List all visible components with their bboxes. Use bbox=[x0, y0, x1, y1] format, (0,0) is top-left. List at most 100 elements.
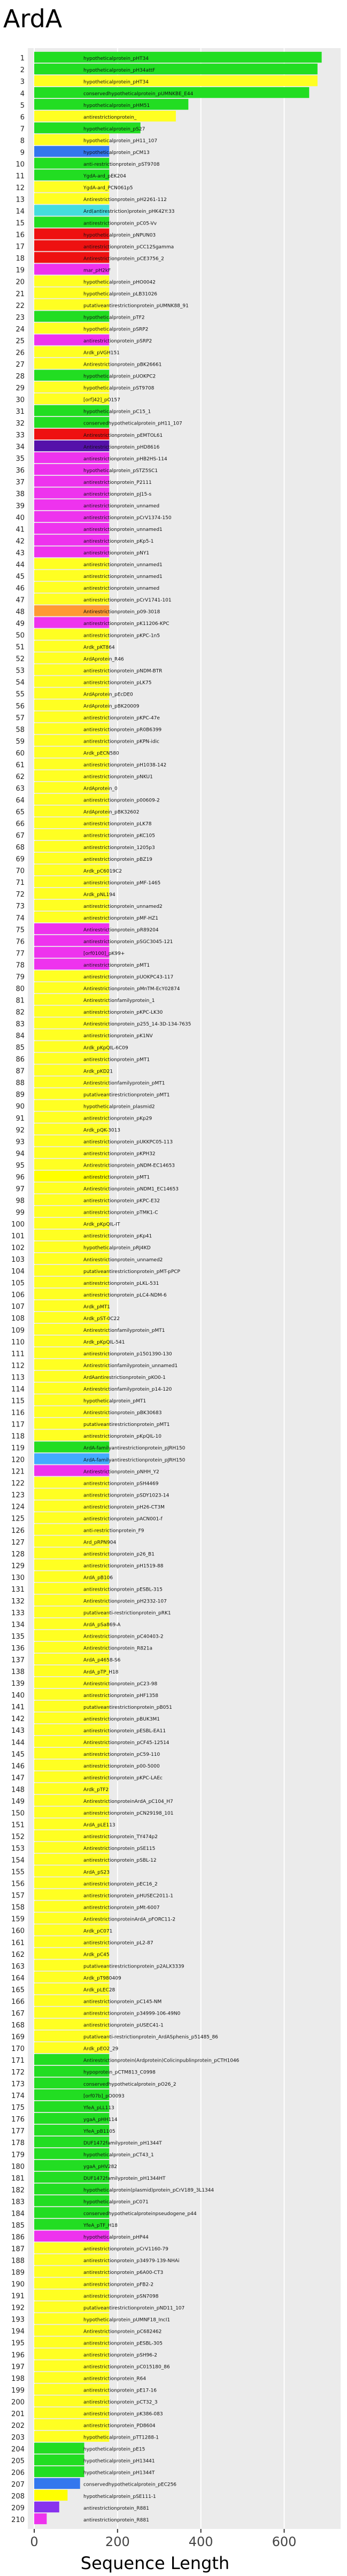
bar-label: YfeA_pTF_H18 bbox=[83, 2223, 118, 2228]
row-number: 174 bbox=[11, 2092, 25, 2100]
bar-label: antirestrictionprotein_pJ15-s bbox=[83, 492, 151, 497]
row-number: 60 bbox=[16, 750, 25, 758]
row-number: 22 bbox=[16, 302, 25, 310]
row-number: 80 bbox=[16, 985, 25, 993]
row-number: 99 bbox=[16, 1209, 25, 1217]
row-number: 120 bbox=[11, 1456, 25, 1464]
bar-label: antirestrictionprotein_pHUSEC2011-1 bbox=[83, 1893, 173, 1899]
bar-label: Antirestrictionfamilyprotein_1 bbox=[83, 998, 155, 1004]
row-number: 25 bbox=[16, 337, 25, 345]
row-number: 23 bbox=[16, 314, 25, 322]
bar-label: Antirestrictionfamilyprotein_pMT1 bbox=[83, 1081, 165, 1086]
bar bbox=[34, 2489, 68, 2501]
bar-label: Antirestrictionprotein_pC40403-2 bbox=[83, 1634, 164, 1640]
bar-label: antirestrictionprotein_pKPC-47e bbox=[83, 715, 160, 721]
row-number: 92 bbox=[16, 1127, 25, 1135]
row-number: 207 bbox=[11, 2481, 25, 2489]
row-number: 52 bbox=[16, 655, 25, 664]
bar-label: conservedhypotheticalprotein_pEC256 bbox=[83, 2482, 176, 2488]
bar-label: antirestrictionprotein_pH26-CT3M bbox=[83, 1505, 165, 1510]
bar-label: YfeA_pLL113 bbox=[83, 2105, 114, 2111]
bar-label: antirestrictionprotein_R881 bbox=[83, 2518, 149, 2523]
bar-label: antirestrictionprotein_pKPC-1n5 bbox=[83, 633, 160, 638]
bar-label: antirestrictionprotein_p26_B1 bbox=[83, 1552, 155, 1557]
bar-label: antirestrictionprotein_pTMK1-C bbox=[83, 1210, 158, 1216]
row-number: 112 bbox=[11, 1362, 25, 1370]
bar-label: putativeantirestrictionprotein_pMT1 bbox=[83, 1092, 169, 1098]
row-number: 172 bbox=[11, 2069, 25, 2077]
row-number: 177 bbox=[11, 2127, 25, 2135]
row-number: 27 bbox=[16, 361, 25, 369]
bar-label: antirestrictionprotein_pH1519-88 bbox=[83, 1564, 164, 1569]
bar-label: antirestrictionprotein_pKp29 bbox=[83, 1116, 152, 1121]
row-number: 105 bbox=[11, 1279, 25, 1287]
bar-label: antirestrictionprotein_p34999-106-49N0 bbox=[83, 2011, 181, 2017]
bar-label: mar_pH2kF bbox=[83, 268, 111, 273]
row-number: 119 bbox=[11, 1445, 25, 1453]
row-number: 12 bbox=[16, 184, 25, 192]
bar-label: hypotheticalprotein_pH13441 bbox=[83, 2459, 155, 2464]
bar-label: Antirestrictionprotein_pMnTM-EcY02874 bbox=[83, 986, 180, 992]
row-number: 185 bbox=[11, 2222, 25, 2230]
row-numbers: 1234567891011121314151617181920212223242… bbox=[11, 55, 25, 2524]
row-number: 65 bbox=[16, 808, 25, 816]
bar-label: ygaA_pHH114 bbox=[83, 2117, 118, 2123]
row-number: 208 bbox=[11, 2493, 25, 2501]
row-number: 129 bbox=[11, 1562, 25, 1570]
row-number: 94 bbox=[16, 1150, 25, 1158]
row-number: 66 bbox=[16, 820, 25, 828]
row-number: 122 bbox=[11, 1480, 25, 1488]
row-number: 44 bbox=[16, 561, 25, 569]
row-number: 126 bbox=[11, 1527, 25, 1535]
bar bbox=[34, 2513, 47, 2525]
row-number: 34 bbox=[16, 443, 25, 451]
bar-label: Antirestrictionprotein_pH2261-112 bbox=[83, 197, 167, 203]
bar-label: antirestrictionprotein_pMt-6007 bbox=[83, 1905, 160, 1910]
bar-label: Ardk_pNL194 bbox=[83, 892, 115, 898]
row-number: 103 bbox=[11, 1256, 25, 1264]
bar-label: hypotheticalprotein_pHP44 bbox=[83, 2235, 149, 2240]
bar-label: antirestrictionprotein_pSRP2 bbox=[83, 339, 152, 344]
bar-label: hypotheticalprotein_pMT1 bbox=[83, 1399, 146, 1404]
bar-label: antirestrictionprotein_pCrV1160-79 bbox=[83, 2247, 168, 2252]
bar-label: hypotheticalprotein_pNPUN03 bbox=[83, 233, 156, 238]
row-number: 81 bbox=[16, 997, 25, 1005]
bar bbox=[34, 2501, 59, 2513]
bar-label: antirestrictionprotein_pKPN-idic bbox=[83, 739, 159, 745]
row-number: 51 bbox=[16, 644, 25, 652]
row-number: 75 bbox=[16, 926, 25, 934]
row-number: 178 bbox=[11, 2139, 25, 2147]
bar-label: putativeantirestrictionprotein_pB051 bbox=[83, 1705, 172, 1710]
row-number: 76 bbox=[16, 938, 25, 946]
row-number: 180 bbox=[11, 2163, 25, 2171]
bar-label: putativeantirestrictionprotein_pMT-pPCP bbox=[83, 1269, 181, 1275]
row-number: 142 bbox=[11, 1715, 25, 1723]
row-number: 128 bbox=[11, 1551, 25, 1559]
row-number: 4 bbox=[20, 90, 25, 98]
row-number: 111 bbox=[11, 1350, 25, 1358]
bar-label: antirestrictionprotein_pLKL-531 bbox=[83, 1281, 159, 1286]
bar-label: hypotheticalprotein_pST9708 bbox=[83, 386, 155, 391]
row-number: 36 bbox=[16, 467, 25, 475]
bar-label: Antirestrictionprotein_pBK30683 bbox=[83, 1410, 161, 1416]
row-number: 39 bbox=[16, 502, 25, 510]
row-number: 210 bbox=[11, 2516, 25, 2524]
bar-label: hypotheticalprotein_pSE111-1 bbox=[83, 2494, 156, 2500]
bar-label: YgdA-ard_pEK204 bbox=[83, 174, 126, 179]
row-number: 165 bbox=[11, 1986, 25, 1994]
row-number: 61 bbox=[16, 761, 25, 769]
row-number: 97 bbox=[16, 1185, 25, 1193]
row-number: 72 bbox=[16, 891, 25, 899]
bar-label: antirestrictionprotein_ bbox=[83, 115, 137, 120]
bar-label: hypotheticalprotein_pTF2 bbox=[83, 315, 145, 320]
row-number: 55 bbox=[16, 691, 25, 699]
row-number: 8 bbox=[20, 137, 25, 145]
row-number: 204 bbox=[11, 2446, 25, 2454]
bar-label: Antirestrictionfamilyprotein_pMT1 bbox=[83, 1328, 165, 1333]
row-number: 90 bbox=[16, 1103, 25, 1111]
bar-label: DUF1472familyprotein_pH1344T bbox=[83, 2141, 162, 2146]
bar-label: ArdA_pS23 bbox=[83, 1870, 110, 1875]
row-number: 171 bbox=[11, 2057, 25, 2065]
bar-label: antirestrictionprotein_pSH4469 bbox=[83, 1481, 159, 1486]
bar-label: antirestrictionprotein_unnamed bbox=[83, 504, 159, 509]
